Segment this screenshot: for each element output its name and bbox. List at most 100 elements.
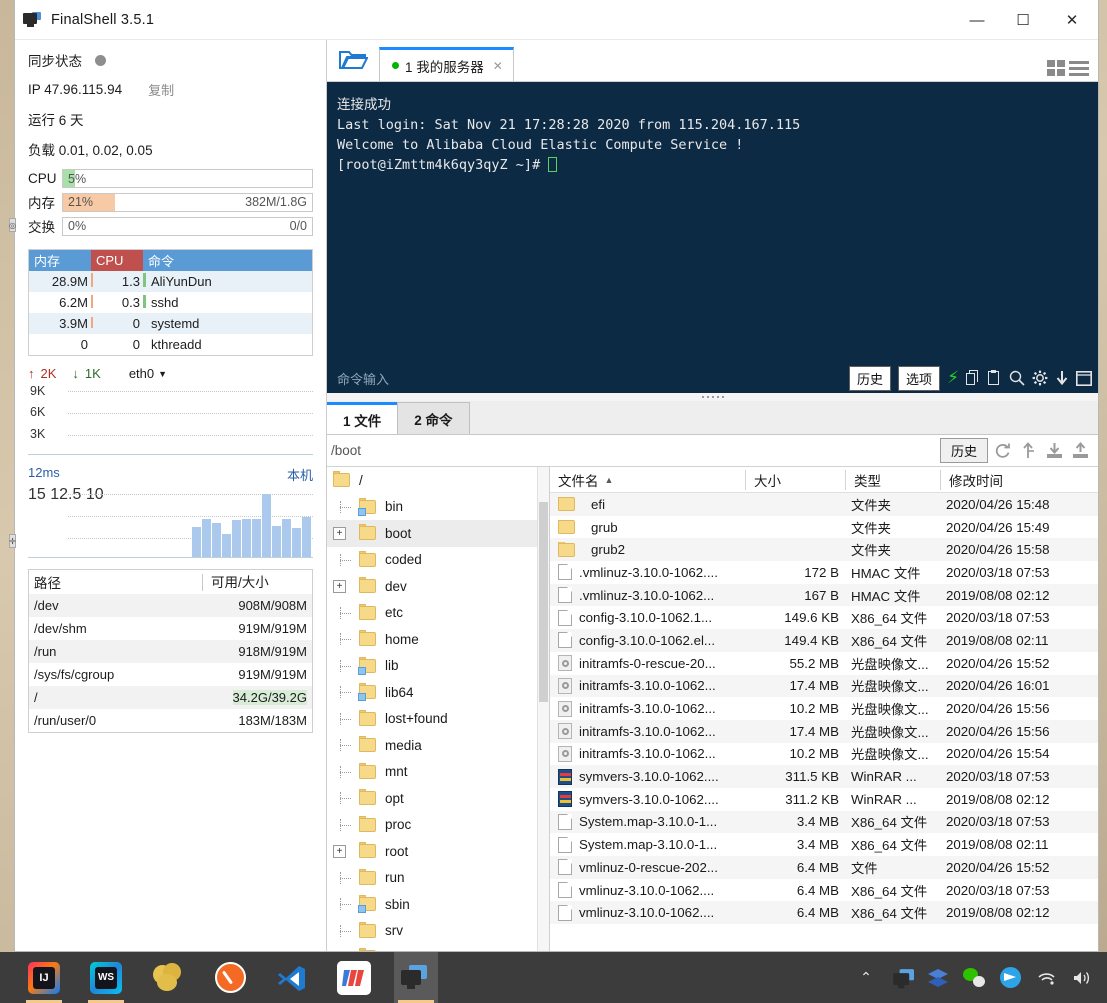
grid-layout-icon[interactable] bbox=[1047, 60, 1065, 76]
bolt-icon[interactable]: ⚡ bbox=[947, 368, 959, 388]
tree-node-sys[interactable]: sys bbox=[327, 944, 549, 951]
download-icon[interactable] bbox=[1043, 439, 1066, 462]
taskbar-app-intellij-idea[interactable]: IJ bbox=[22, 952, 66, 1003]
taskbar-app-vscode[interactable] bbox=[270, 952, 314, 1003]
wechat-icon[interactable] bbox=[963, 967, 985, 989]
expand-icon[interactable]: + bbox=[333, 844, 346, 858]
tree-node-lostfound[interactable]: lost+found bbox=[327, 706, 549, 733]
process-col-command[interactable]: 命令 bbox=[143, 251, 312, 270]
table-row[interactable]: / 34.2G/39.2G bbox=[29, 686, 312, 709]
column-filename[interactable]: 文件名 ▲ bbox=[550, 470, 745, 490]
taskbar-app-webstorm[interactable]: WS bbox=[84, 952, 128, 1003]
taskbar-app-postman[interactable] bbox=[208, 952, 252, 1003]
tree-node-run[interactable]: run bbox=[327, 865, 549, 892]
tree-node-opt[interactable]: opt bbox=[327, 785, 549, 812]
wifi-icon[interactable] bbox=[1035, 967, 1057, 989]
tree-node-lib64[interactable]: lib64 bbox=[327, 679, 549, 706]
window-icon[interactable] bbox=[1076, 370, 1092, 386]
ping-host[interactable]: 本机 bbox=[287, 465, 313, 484]
tree-scrollbar[interactable] bbox=[537, 467, 549, 951]
tree-node-root-dir[interactable]: + root bbox=[327, 838, 549, 865]
upload-icon[interactable] bbox=[1069, 439, 1092, 462]
column-type[interactable]: 类型 bbox=[845, 469, 940, 490]
table-row[interactable]: initramfs-3.10.0-1062... 17.4 MB 光盘映像文... 2… bbox=[550, 719, 1098, 743]
tree-scroll-thumb[interactable] bbox=[539, 502, 548, 702]
table-row[interactable]: .vmlinuz-3.10.0-1062... 167 B HMAC 文件 2019/… bbox=[550, 583, 1098, 607]
table-row[interactable]: efi 文件夹 2020/04/26 15:48 bbox=[550, 493, 1098, 516]
table-row[interactable]: 6.2M 0.3 sshd bbox=[29, 292, 312, 313]
chevron-up-icon[interactable]: ⌃ bbox=[855, 967, 877, 989]
table-row[interactable]: /dev 908M/908M bbox=[29, 594, 312, 617]
tree-node-coded[interactable]: coded bbox=[327, 547, 549, 574]
tree-node-lib[interactable]: lib bbox=[327, 653, 549, 680]
minimize-button[interactable]: — bbox=[954, 0, 1000, 40]
tree-node-home[interactable]: home bbox=[327, 626, 549, 653]
disk-col-path[interactable]: 路径 bbox=[29, 572, 202, 592]
tree-node-root[interactable]: / bbox=[327, 467, 549, 494]
command-input[interactable]: 命令输入 bbox=[337, 369, 389, 388]
paste-icon[interactable] bbox=[988, 370, 1002, 386]
volume-icon[interactable] bbox=[1071, 967, 1093, 989]
maximize-button[interactable]: ☐ bbox=[1000, 0, 1046, 40]
table-row[interactable]: initramfs-3.10.0-1062... 10.2 MB 光盘映像文... 2… bbox=[550, 697, 1098, 720]
tree-node-sbin[interactable]: sbin bbox=[327, 891, 549, 918]
table-row[interactable]: /dev/shm 919M/919M bbox=[29, 617, 312, 640]
tree-node-bin[interactable]: bin bbox=[327, 494, 549, 521]
process-col-memory[interactable]: 内存 bbox=[29, 251, 91, 270]
copy-icon[interactable] bbox=[966, 370, 981, 386]
path-input[interactable]: /boot bbox=[331, 443, 940, 458]
table-row[interactable]: config-3.10.0-1062.el... 149.4 KB X86_64 文… bbox=[550, 629, 1098, 652]
table-row[interactable]: initramfs-3.10.0-1062... 17.4 MB 光盘映像文... 2… bbox=[550, 674, 1098, 698]
table-row[interactable]: System.map-3.10.0-1... 3.4 MB X86_64 文件 201… bbox=[550, 833, 1098, 856]
sidebar-resize-handle[interactable]: ✛ bbox=[9, 534, 16, 548]
table-row[interactable]: /sys/fs/cgroup 919M/919M bbox=[29, 663, 312, 686]
tree-node-dev[interactable]: + dev bbox=[327, 573, 549, 600]
tree-node-etc[interactable]: etc bbox=[327, 600, 549, 627]
terminal-output[interactable]: 连接成功 Last login: Sat Nov 21 17:28:28 202… bbox=[327, 82, 1098, 362]
table-row[interactable]: vmlinuz-3.10.0-1062.... 6.4 MB X86_64 文件 20… bbox=[550, 878, 1098, 902]
search-icon[interactable] bbox=[1009, 370, 1025, 386]
table-row[interactable]: 3.9M 0 systemd bbox=[29, 313, 312, 334]
finalshell-tray-icon[interactable] bbox=[891, 967, 914, 989]
tab-files[interactable]: 1 文件 bbox=[326, 402, 399, 434]
tree-node-mnt[interactable]: mnt bbox=[327, 759, 549, 786]
column-modified[interactable]: 修改时间 bbox=[940, 469, 1098, 490]
download-icon[interactable] bbox=[1055, 370, 1069, 386]
table-row[interactable]: grub2 文件夹 2020/04/26 15:58 bbox=[550, 538, 1098, 562]
tree-node-proc[interactable]: proc bbox=[327, 812, 549, 839]
table-row[interactable]: grub 文件夹 2020/04/26 15:49 bbox=[550, 515, 1098, 539]
taskbar-app-navicat[interactable] bbox=[146, 952, 190, 1003]
tab-commands[interactable]: 2 命令 bbox=[397, 402, 470, 434]
expand-icon[interactable]: + bbox=[333, 579, 346, 593]
tree-node-srv[interactable]: srv bbox=[327, 918, 549, 945]
copy-ip-button[interactable]: 复制 bbox=[148, 80, 174, 99]
process-col-cpu[interactable]: CPU bbox=[91, 250, 143, 271]
sidebar-collapse-handle[interactable]: ◎ bbox=[9, 218, 16, 232]
tree-node-boot[interactable]: + boot bbox=[327, 520, 549, 547]
table-row[interactable]: .vmlinuz-3.10.0-1062.... 172 B HMAC 文件 2020… bbox=[550, 561, 1098, 584]
table-row[interactable]: 28.9M 1.3 AliYunDun bbox=[29, 271, 312, 292]
splitter-handle[interactable] bbox=[327, 393, 1098, 401]
close-icon[interactable]: ✕ bbox=[493, 59, 503, 73]
table-row[interactable]: symvers-3.10.0-1062.... 311.2 KB WinRAR ..… bbox=[550, 787, 1098, 811]
column-size[interactable]: 大小 bbox=[745, 469, 845, 490]
stack-icon[interactable] bbox=[927, 967, 949, 989]
interface-selector[interactable]: eth0 ▼ bbox=[129, 366, 167, 381]
close-button[interactable]: ✕ bbox=[1046, 0, 1098, 40]
table-row[interactable]: symvers-3.10.0-1062.... 311.5 KB WinRAR ..… bbox=[550, 765, 1098, 788]
table-row[interactable]: vmlinuz-0-rescue-202... 6.4 MB 文件 2020/04/2… bbox=[550, 856, 1098, 879]
menu-icon[interactable] bbox=[1069, 60, 1089, 76]
table-row[interactable]: initramfs-0-rescue-20... 55.2 MB 光盘映像文... 2… bbox=[550, 651, 1098, 675]
table-row[interactable]: config-3.10.0-1062.1... 149.6 KB X86_64 文件… bbox=[550, 606, 1098, 630]
gear-icon[interactable] bbox=[1032, 370, 1048, 386]
table-row[interactable]: /run/user/0 183M/183M bbox=[29, 709, 312, 732]
refresh-icon[interactable] bbox=[991, 439, 1014, 462]
sort-icon[interactable] bbox=[1017, 439, 1040, 462]
disk-col-size[interactable]: 可用/大小 bbox=[202, 573, 312, 591]
open-folder-button[interactable] bbox=[327, 39, 379, 81]
table-row[interactable]: /run 918M/919M bbox=[29, 640, 312, 663]
terminal-history-button[interactable]: 历史 bbox=[849, 365, 892, 391]
tab-session-1[interactable]: 1 我的服务器 ✕ bbox=[379, 47, 514, 81]
terminal-options-button[interactable]: 选项 bbox=[898, 365, 941, 391]
table-row[interactable]: 0 0 kthreadd bbox=[29, 334, 312, 355]
